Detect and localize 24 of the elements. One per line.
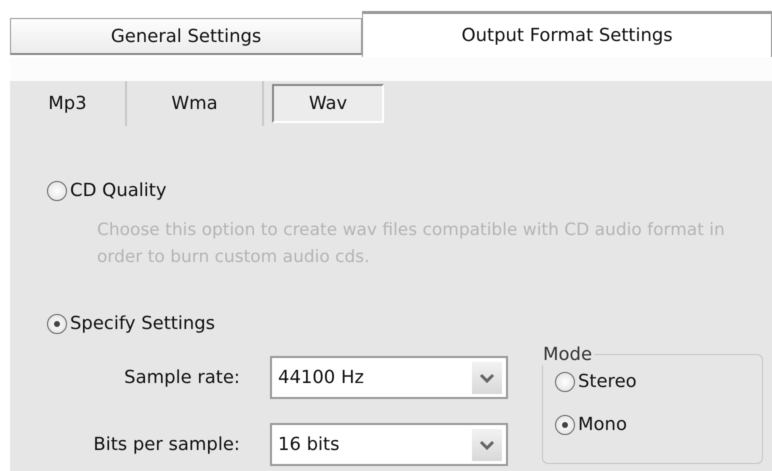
setting-label: Bits per sample: (92, 434, 241, 455)
radio-button[interactable] (47, 314, 67, 334)
format-tab[interactable]: Wav (272, 84, 384, 123)
quality-option[interactable]: CD Quality (47, 180, 772, 201)
radio-label: Stereo (578, 371, 637, 392)
radio-button[interactable] (555, 372, 575, 392)
chevron-down-icon (472, 362, 502, 394)
radio-label: Specify Settings (70, 313, 216, 334)
dropdown-field[interactable]: 16 bits (270, 423, 508, 466)
radio-label: CD Quality (70, 180, 166, 201)
radio-button[interactable] (555, 414, 575, 434)
setting-label: Sample rate: (123, 367, 241, 388)
mode-option[interactable]: Mono (555, 414, 750, 435)
group-title: Mode (542, 344, 594, 365)
radio-button[interactable] (47, 180, 67, 200)
settings-tab[interactable]: General Settings (10, 18, 362, 55)
mode-option[interactable]: Stereo (555, 371, 750, 392)
quality-option[interactable]: Specify Settings (47, 313, 772, 334)
format-tab[interactable]: Wma (127, 81, 264, 126)
radio-label: Mono (578, 414, 627, 435)
format-tab[interactable]: Mp3 (10, 81, 127, 126)
settings-tab[interactable]: Output Format Settings (362, 11, 772, 57)
dropdown-field[interactable]: 44100 Hz (270, 356, 508, 399)
chevron-down-icon (472, 428, 502, 460)
